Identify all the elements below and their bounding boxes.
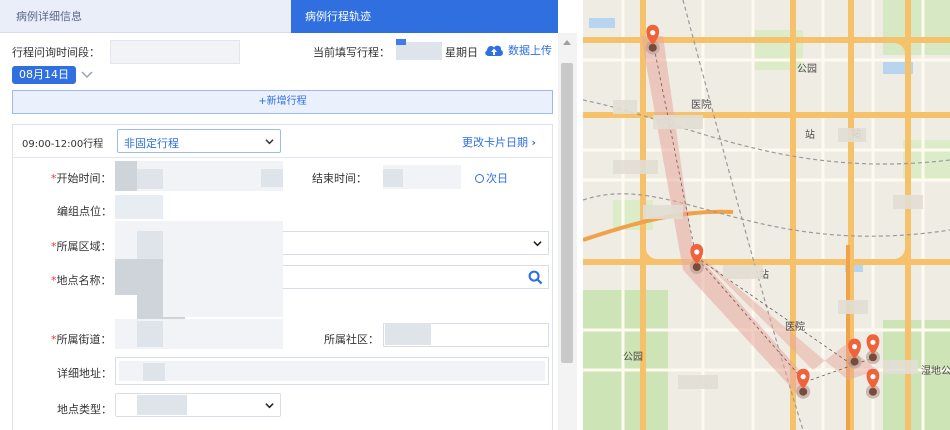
place-name-label: *地点名称： [51, 274, 112, 287]
map-canvas[interactable]: 公园 医院 站 站 站 医院 公园 湿地公 [583, 0, 950, 430]
place-name-redacted [163, 259, 283, 295]
start-time-redacted [137, 169, 163, 189]
map-label: 站 [805, 128, 815, 141]
chevron-down-icon [533, 241, 542, 247]
tab-case-trajectory[interactable]: 病例行程轨迹 [291, 0, 558, 33]
current-trip-weekday: 星期日 [445, 46, 478, 59]
chevron-down-icon[interactable] [80, 67, 94, 81]
vertical-scrollbar[interactable] [558, 33, 577, 430]
case-form-panel: 病例详细信息 病例行程轨迹 行程问询时间段： 当前填写行程： 星期日 数据上传 … [0, 0, 577, 430]
location-pin-icon[interactable] [865, 334, 880, 365]
next-day-label: 次日 [486, 172, 508, 185]
radio-circle-icon [475, 173, 484, 183]
start-time-redacted [261, 169, 283, 187]
current-trip-accent [396, 39, 406, 45]
change-card-date-link[interactable]: 更改卡片日期 › [462, 134, 536, 150]
chevron-down-icon [265, 139, 274, 145]
address-label: 详细地址： [57, 367, 112, 380]
map-label: 医院 [691, 98, 711, 111]
next-day-radio[interactable]: 次日 [475, 170, 508, 186]
cloud-upload-icon [485, 45, 503, 56]
scroll-up-arrow-icon[interactable] [563, 40, 571, 45]
chevron-right-icon: › [531, 136, 537, 149]
place-type-redacted [137, 395, 187, 415]
add-trip-button[interactable]: +新增行程 [12, 90, 553, 114]
location-code-label: 编组点位： [57, 205, 112, 218]
start-time-redacted [115, 161, 137, 191]
place-name-redacted [163, 293, 283, 317]
current-trip-label: 当前填写行程： [313, 46, 390, 59]
location-pin-icon[interactable] [865, 368, 880, 399]
map-label: 公园 [797, 63, 817, 75]
location-code-redacted [115, 195, 163, 219]
tab-case-details[interactable]: 病例详细信息 [0, 0, 291, 33]
address-redacted [119, 361, 545, 381]
region-redacted [137, 231, 163, 259]
trip-type-select[interactable]: 非固定行程 [117, 129, 281, 153]
map-label: 公园 [623, 351, 643, 363]
query-period-label: 行程问询时间段： [12, 46, 100, 59]
water-area [589, 18, 615, 28]
upload-button[interactable]: 数据上传 [484, 42, 552, 58]
trip-type-value: 非固定行程 [124, 137, 179, 150]
street-label: *所属街道： [51, 333, 112, 346]
tab-bar: 病例详细信息 病例行程轨迹 [0, 0, 558, 33]
address-redacted [143, 363, 165, 381]
query-period-input[interactable] [110, 40, 240, 64]
map-label: 湿地公 [921, 364, 950, 377]
trajectory-map[interactable]: 公园 医院 站 站 站 医院 公园 湿地公 [583, 0, 950, 430]
end-time-label: 结束时间： [312, 172, 367, 185]
upload-label: 数据上传 [508, 44, 552, 57]
community-redacted [385, 323, 431, 345]
map-label: 医院 [785, 320, 805, 333]
trip-period: 09:00-12:00行程 [22, 139, 104, 150]
start-time-label: *开始时间： [51, 172, 112, 185]
place-type-label: 地点类型： [57, 403, 112, 416]
date-chip[interactable]: 08月14日 [12, 66, 76, 84]
search-icon[interactable] [528, 270, 543, 285]
community-label: 所属社区： [324, 333, 379, 346]
scrollbar-thumb[interactable] [561, 63, 573, 363]
change-card-date-label: 更改卡片日期 [462, 136, 528, 149]
place-name-redacted [115, 259, 163, 295]
chevron-down-icon [265, 403, 274, 409]
trip-card-header: 09:00-12:00行程 非固定行程 更改卡片日期 › [13, 125, 552, 158]
trip-card: 09:00-12:00行程 非固定行程 更改卡片日期 › *开始时间： 结束时间… [12, 124, 553, 430]
region-label: *所属区域： [51, 240, 112, 253]
park-area [883, 0, 950, 55]
street-redacted [137, 321, 163, 347]
end-time-redacted [383, 169, 403, 187]
